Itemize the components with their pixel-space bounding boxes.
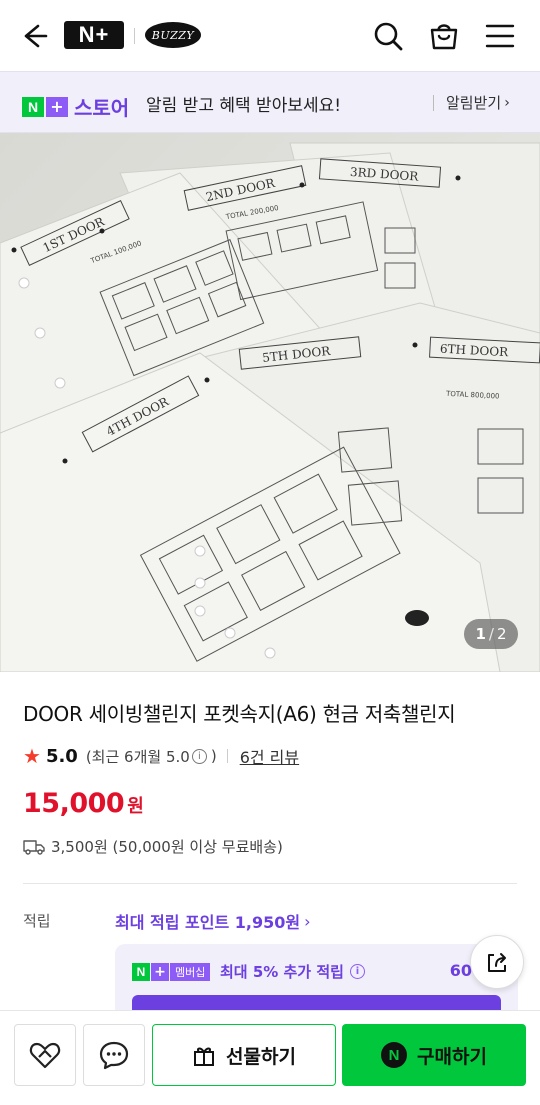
naver-plus-logo[interactable]: N+ (64, 21, 124, 49)
wishlist-button[interactable] (14, 1024, 76, 1086)
brand-logo[interactable]: BUZZY (145, 22, 201, 48)
gift-icon (194, 1047, 215, 1066)
header-divider (134, 28, 135, 44)
section-divider (23, 883, 517, 884)
membership-extra-points: 최대 5% 추가 적립 i (220, 961, 369, 982)
shipping-info: 3,500원 (50,000원 이상 무료배송) (23, 836, 283, 857)
banner-divider (433, 95, 434, 111)
share-icon (488, 953, 506, 972)
product-title: DOOR 세이빙챌린지 포켓속지(A6) 현금 저축챌린지 (23, 702, 456, 726)
product-image-gallery[interactable]: 3RD DOOR 2ND DOOR 1ST DOOR 5TH DOOR 6TH … (0, 133, 540, 672)
product-photo: 3RD DOOR 2ND DOOR 1ST DOOR 5TH DOOR 6TH … (0, 133, 540, 672)
share-button[interactable] (470, 935, 524, 989)
buy-button[interactable]: N 구매하기 (342, 1024, 526, 1086)
chat-bubble-icon (99, 1041, 129, 1070)
rating-divider (226, 749, 228, 763)
bottom-action-bar: 선물하기 N 구매하기 (0, 1010, 540, 1105)
tag-heart-icon (29, 1042, 61, 1069)
points-label: 적립 (23, 912, 51, 930)
top-header: N+ BUZZY (0, 0, 540, 70)
gift-button[interactable]: 선물하기 (152, 1024, 336, 1086)
store-alarm-banner[interactable]: N + 스토어 알림 받고 혜택 받아보세요! 알림받기 › (0, 71, 540, 133)
chevron-right-icon: › (504, 94, 510, 111)
rating-score: 5.0 (45, 745, 78, 767)
chevron-right-icon: › (304, 911, 311, 931)
talk-chat-button[interactable] (83, 1024, 145, 1086)
delivery-truck-icon (23, 839, 45, 855)
info-icon[interactable]: i (349, 964, 365, 979)
rating-recent-close: ) (210, 747, 217, 765)
membership-badge: N + 멤버십 (132, 962, 211, 982)
product-price: 15,000 원 (23, 788, 144, 819)
search-icon[interactable] (370, 18, 406, 54)
shipping-text: 3,500원 (50,000원 이상 무료배송) (51, 838, 283, 856)
image-page-counter: 1/2 (464, 619, 518, 649)
naver-plus-store-logo: N + 스토어 (22, 92, 129, 121)
info-icon[interactable]: i (191, 748, 207, 764)
star-icon: ★ (23, 744, 41, 768)
store-label: 스토어 (74, 96, 130, 120)
membership-amount: 60 (449, 961, 472, 980)
review-count-link[interactable]: 6건 리뷰 (240, 744, 299, 768)
alarm-subscribe-link[interactable]: 알림받기 › (446, 92, 510, 113)
menu-icon[interactable] (482, 18, 518, 54)
max-points-link[interactable]: 최대 적립 포인트 1,950원 › (115, 909, 311, 933)
rating-recent: (최근 6개월 5.0 (85, 747, 190, 766)
rating-row: ★ 5.0 (최근 6개월 5.0 i ) 6건 리뷰 (23, 744, 299, 768)
banner-message: 알림 받고 혜택 받아보세요! (146, 96, 342, 116)
back-arrow-icon[interactable] (18, 20, 50, 52)
naver-pay-icon: N (381, 1042, 408, 1068)
shopping-bag-icon[interactable] (426, 18, 462, 54)
